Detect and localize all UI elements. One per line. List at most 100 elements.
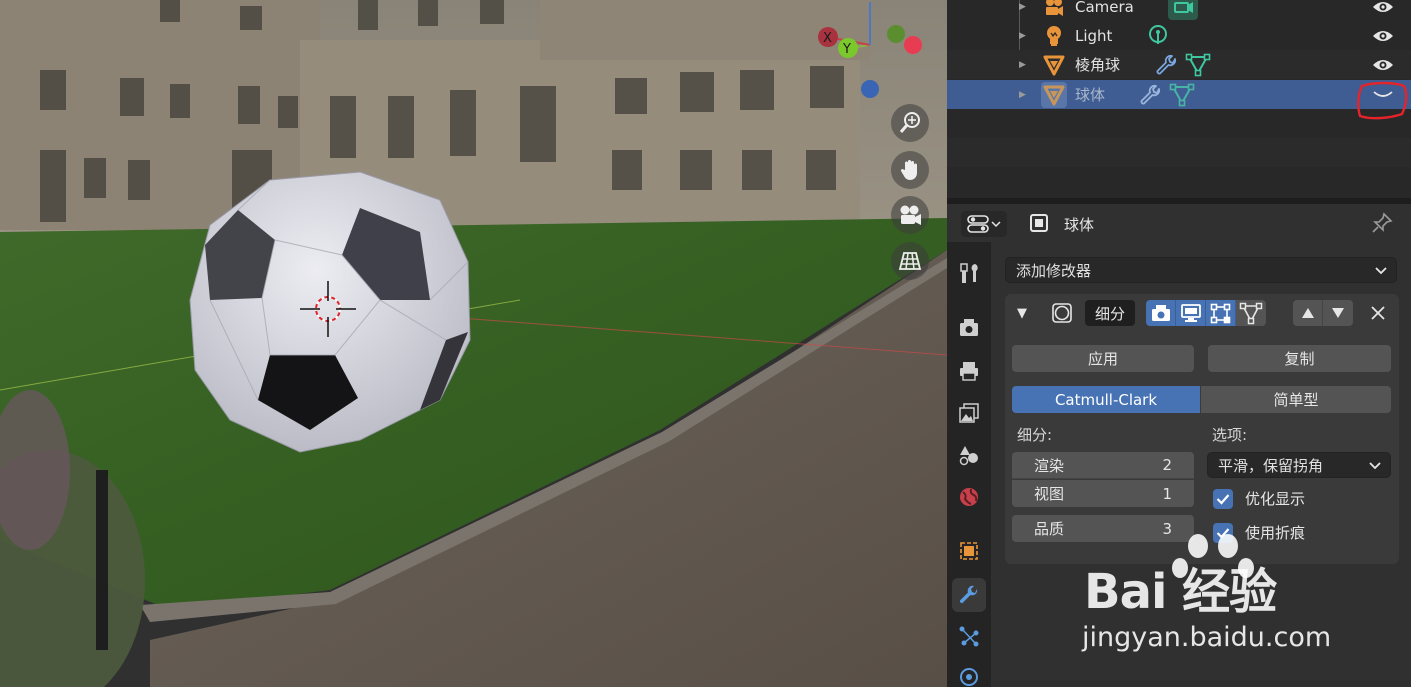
show-in-edit-mode-toggle[interactable] (1206, 300, 1236, 326)
simple-option[interactable]: 简单型 (1201, 386, 1391, 413)
render-camera-icon (960, 319, 978, 336)
perspective-toggle-button[interactable] (891, 242, 929, 280)
remove-modifier-button[interactable] (1365, 300, 1391, 326)
properties-object-name: 球体 (1064, 216, 1095, 234)
visibility-eye-icon[interactable] (1369, 0, 1397, 17)
expand-caret-icon[interactable]: ▶ (1019, 60, 1026, 70)
tool-icon (960, 263, 978, 283)
red-annotation-circle (1357, 81, 1408, 120)
3d-viewport[interactable]: X Y (0, 0, 947, 687)
tab-physics[interactable] (952, 660, 986, 687)
pan-button[interactable] (891, 151, 929, 189)
add-modifier-dropdown[interactable]: 添加修改器 (1005, 257, 1397, 283)
render-levels-value: 2 (1162, 456, 1172, 474)
outliner-item-name: Light (1075, 26, 1113, 45)
chevron-down-icon (1369, 462, 1381, 470)
arrow-up-icon (1301, 308, 1314, 318)
printer-icon (960, 362, 978, 381)
show-in-viewport-toggle[interactable] (1176, 300, 1206, 326)
gizmo-y-label: Y (842, 42, 851, 57)
checkmark-icon (1213, 488, 1233, 509)
arrow-down-icon (1332, 308, 1344, 318)
outliner-row-light[interactable]: ▶ Light (947, 21, 1411, 50)
hand-icon (900, 160, 917, 180)
wrench-icon (959, 585, 978, 604)
image-layers-icon (959, 403, 979, 423)
uv-smooth-dropdown[interactable]: 平滑，保留拐角 (1207, 452, 1391, 478)
subdivision-modifier-panel: ▼ 细分 应用 复制 Catmull-Clark 简单型 细分: 选项: 渲染 … (1005, 294, 1399, 564)
tab-modifiers[interactable] (952, 578, 986, 612)
tab-object[interactable] (952, 534, 986, 568)
tab-tool[interactable] (952, 256, 986, 290)
mesh-data-icon (1185, 52, 1211, 78)
quality-label: 品质 (1034, 520, 1065, 538)
baidu-jingyan-watermark: Bai 经验 jingyan.baidu.com (1080, 530, 1380, 660)
watermark-brand: Bai 经验 (1084, 564, 1277, 620)
physics-orbit-icon (960, 668, 978, 686)
viewport-levels-label: 视图 (1034, 485, 1065, 503)
outliner-row-sphere[interactable]: ▶ 球体 (947, 80, 1411, 109)
visibility-eye-icon[interactable] (1369, 26, 1397, 46)
pin-icon[interactable] (1371, 212, 1393, 234)
properties-editor-icon (967, 215, 989, 233)
catmull-clark-option[interactable]: Catmull-Clark (1012, 386, 1200, 413)
outliner-item-name: Camera (1075, 0, 1134, 16)
chevron-down-icon (1375, 267, 1387, 275)
optimal-display-label: 优化显示 (1245, 490, 1306, 508)
outliner-row-camera[interactable]: ▶ Camera (947, 0, 1411, 21)
light-object-icon (1041, 23, 1067, 49)
render-camera-icon (1151, 305, 1170, 321)
light-data-icon (1146, 23, 1170, 49)
uv-smooth-value: 平滑，保留拐角 (1218, 456, 1324, 475)
watermark-url: jingyan.baidu.com (1082, 622, 1332, 653)
object-square-icon (1030, 214, 1048, 232)
on-cage-toggle[interactable] (1236, 300, 1266, 326)
zoom-button[interactable] (891, 104, 929, 142)
add-modifier-label: 添加修改器 (1016, 261, 1092, 280)
move-down-button[interactable] (1323, 300, 1353, 326)
properties-tabs (947, 242, 991, 687)
camera-object-icon (1041, 0, 1067, 20)
copy-button[interactable]: 复制 (1208, 345, 1391, 372)
outliner-empty-row (947, 109, 1411, 138)
show-in-render-toggle[interactable] (1146, 300, 1176, 326)
tab-view-layer[interactable] (952, 396, 986, 430)
outliner[interactable]: ▶ Camera ▶ Light ▶ 棱角球 ▶ 球体 (947, 0, 1411, 200)
optimal-display-checkbox[interactable]: 优化显示 (1213, 488, 1305, 509)
render-levels-field[interactable]: 渲染 2 (1012, 452, 1194, 479)
mesh-vertices-icon (1239, 302, 1263, 325)
tab-output[interactable] (952, 354, 986, 388)
movie-camera-icon (900, 205, 921, 225)
expand-caret-icon[interactable]: ▶ (1019, 31, 1026, 41)
tab-particles[interactable] (952, 619, 986, 653)
modifier-name-field[interactable]: 细分 (1085, 300, 1135, 326)
move-up-button[interactable] (1293, 300, 1323, 326)
outliner-item-name: 棱角球 (1075, 56, 1121, 74)
tab-render[interactable] (952, 310, 986, 344)
apply-button[interactable]: 应用 (1012, 345, 1194, 372)
outliner-empty-row (947, 138, 1411, 167)
subdivision-modifier-icon (1049, 300, 1075, 326)
tab-world[interactable] (952, 480, 986, 514)
expand-caret-icon[interactable]: ▶ (1019, 90, 1026, 100)
close-icon (1371, 306, 1385, 320)
viewport-levels-field[interactable]: 视图 1 (1012, 480, 1194, 507)
scene-icon (959, 446, 978, 466)
particles-icon (959, 626, 979, 647)
tab-scene[interactable] (952, 438, 986, 472)
camera-data-icon (1168, 0, 1198, 20)
chevron-down-icon (991, 221, 1001, 228)
expand-caret-icon[interactable]: ▶ (1019, 2, 1026, 12)
zoom-icon (899, 112, 920, 133)
mesh-object-icon (1041, 52, 1067, 78)
collapse-triangle-icon[interactable]: ▼ (1013, 300, 1031, 326)
outliner-row-faceted-ball[interactable]: ▶ 棱角球 (947, 50, 1411, 79)
world-globe-icon (960, 488, 978, 506)
modifier-wrench-icon (1155, 52, 1179, 78)
camera-view-button[interactable] (891, 196, 929, 234)
mesh-object-icon (1041, 81, 1067, 108)
editor-type-dropdown[interactable] (961, 211, 1007, 237)
visibility-eye-icon[interactable] (1369, 55, 1397, 75)
monitor-icon (1180, 304, 1201, 322)
properties-header: 球体 (947, 204, 1411, 242)
